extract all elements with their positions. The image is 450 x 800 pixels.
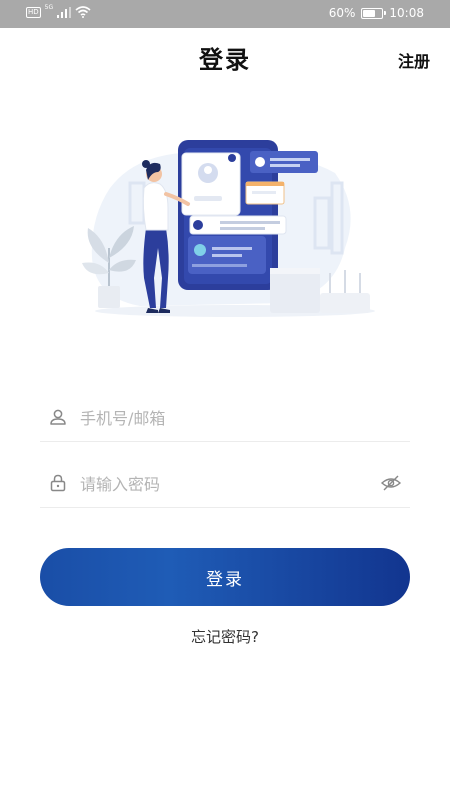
- password-input[interactable]: [80, 470, 370, 498]
- battery-icon: [361, 7, 387, 19]
- status-bar: HD 5G 60% 10:08: [0, 0, 450, 28]
- phone-email-input[interactable]: [80, 404, 370, 432]
- battery-percent: 60%: [328, 6, 356, 20]
- signal-icon: [57, 6, 72, 18]
- login-illustration: [82, 140, 375, 317]
- router-illustration: [270, 268, 370, 313]
- network-type-label: 5G: [44, 3, 54, 11]
- page-title: 登录: [199, 46, 251, 74]
- login-button[interactable]: 登录: [40, 548, 410, 606]
- status-left: HD 5G: [26, 3, 91, 18]
- battery-level-fill: [363, 9, 376, 17]
- clock: 10:08: [389, 6, 424, 20]
- wifi-icon: [75, 6, 91, 18]
- password-field: [40, 462, 410, 508]
- lock-icon: [50, 474, 66, 492]
- register-link[interactable]: 注册: [398, 48, 430, 72]
- status-right: 60% 10:08: [329, 6, 424, 20]
- forgot-password-link[interactable]: 忘记密码?: [0, 626, 450, 647]
- phone-email-field: [40, 396, 410, 442]
- eye-off-icon[interactable]: [380, 473, 402, 493]
- user-icon: [50, 409, 66, 425]
- hd-badge: HD: [26, 6, 41, 18]
